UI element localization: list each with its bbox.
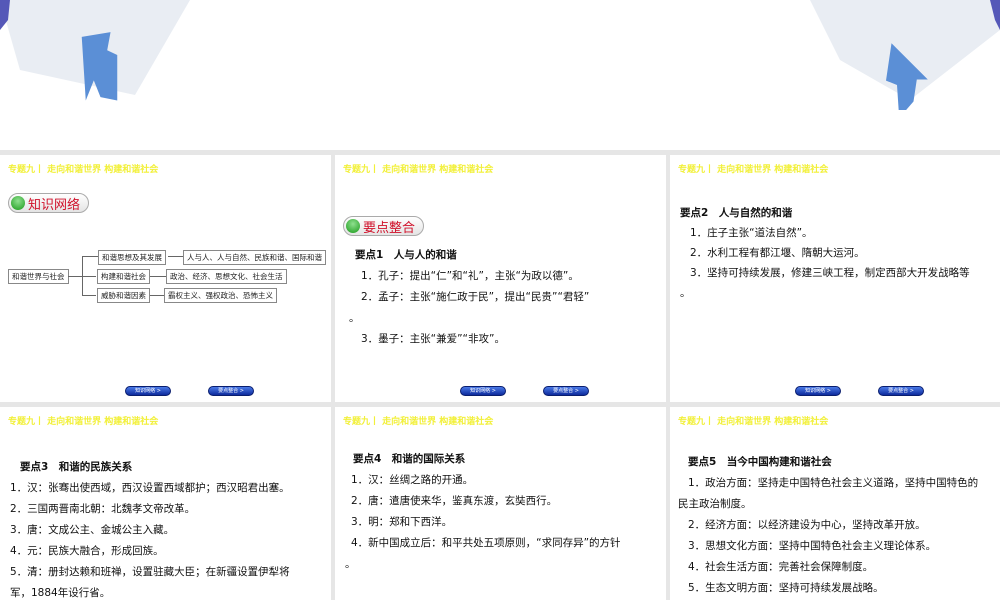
- body-line: 5．生态文明方面：坚持可持续发展战略。: [688, 582, 884, 594]
- slide-key-point-4[interactable]: 专题九丨 走向和谐世界 构建和谐社会 要点4 和谐的国际关系 1．汉：丝绸之路的…: [335, 407, 666, 600]
- body-line: 2．经济方面：以经济建设为中心，坚持改革开放。: [688, 519, 926, 531]
- body-line: 。: [345, 558, 356, 570]
- pill-label: 知识网络: [28, 197, 81, 213]
- left-decoration-arrow-icon: [0, 0, 190, 101]
- body-line: 1．庄子主张“道法自然”。: [690, 227, 813, 239]
- body-line: 2．唐：遣唐使来华，鉴真东渡，玄奘西行。: [351, 495, 558, 507]
- body-line: 军，1884年设行省。: [10, 587, 111, 599]
- body-line: 3．思想文化方面：坚持中国特色社会主义理论体系。: [688, 540, 937, 552]
- tree-leaf: 政治、经济、思想文化、社会生活: [166, 269, 287, 284]
- slide-header: 专题九丨 走向和谐世界 构建和谐社会: [8, 165, 159, 175]
- slide-header: 专题九丨 走向和谐世界 构建和谐社会: [678, 417, 829, 427]
- slide-header: 专题九丨 走向和谐世界 构建和谐社会: [343, 165, 494, 175]
- slide-knowledge-network[interactable]: 专题九丨 走向和谐世界 构建和谐社会 知识网络 和谐世界与社会 和谐思想及其发展…: [0, 155, 331, 402]
- body-line: 3．明：郑和下西洋。: [351, 516, 453, 528]
- key-points-button[interactable]: 要点整合 >: [878, 386, 924, 396]
- body-line: 3．坚持可持续发展，修建三峡工程，制定西部大开发战略等: [690, 267, 970, 279]
- slide-key-point-3[interactable]: 专题九丨 走向和谐世界 构建和谐社会 要点3 和谐的民族关系 1．汉：张骞出使西…: [0, 407, 331, 600]
- slide-body: 要点2 人与自然的和谐 1．庄子主张“道法自然”。 2．水利工程有都江堰、隋朝大…: [680, 203, 998, 303]
- body-line: 4．新中国成立后：和平共处五项原则，“求同存异”的方针: [351, 537, 621, 549]
- slide-body: 要点5 当今中国构建和谐社会 1．政治方面：坚持走中国特色社会主义道路，坚持中国…: [678, 452, 1000, 599]
- key-point-title: 要点4 和谐的国际关系: [353, 453, 466, 465]
- tree-branch: 构建和谐社会: [97, 269, 150, 284]
- tree-branch: 和谐思想及其发展: [98, 250, 166, 265]
- slide-header: 专题九丨 走向和谐世界 构建和谐社会: [343, 417, 494, 427]
- knowledge-network-button[interactable]: 知识网络 >: [125, 386, 171, 396]
- body-line: 3．唐：文成公主、金城公主入藏。: [10, 524, 175, 536]
- tree-branch: 威胁和谐因素: [97, 288, 150, 303]
- slide-key-point-1[interactable]: 专题九丨 走向和谐世界 构建和谐社会 要点整合 要点1 人与人的和谐 1．孔子：…: [335, 155, 666, 402]
- body-line: 4．社会生活方面：完善社会保障制度。: [688, 561, 874, 573]
- tree-leaf: 人与人、人与自然、民族和谐、国际和谐: [183, 250, 326, 265]
- key-point-title: 要点1 人与人的和谐: [355, 249, 457, 261]
- green-dot-icon: [11, 196, 25, 210]
- body-line: 1．孔子：提出“仁”和“礼”，主张“为政以德”。: [361, 270, 579, 282]
- slide-key-point-2[interactable]: 专题九丨 走向和谐世界 构建和谐社会 要点2 人与自然的和谐 1．庄子主张“道法…: [670, 155, 1000, 402]
- section-pill: 要点整合: [343, 216, 425, 236]
- body-line: 2．水利工程有都江堰、隋朝大运河。: [690, 247, 865, 259]
- body-line: 5．清：册封达赖和班禅，设置驻藏大臣；在新疆设置伊犁将: [10, 566, 290, 578]
- slide-body: 要点4 和谐的国际关系 1．汉：丝绸之路的开通。 2．唐：遣唐使来华，鉴真东渡，…: [345, 449, 665, 575]
- section-pill: 知识网络: [8, 193, 90, 213]
- body-line: 民主政治制度。: [678, 498, 752, 510]
- body-line: 1．汉：丝绸之路的开通。: [351, 474, 474, 486]
- tree-root: 和谐世界与社会: [8, 269, 69, 284]
- banner: [0, 0, 1000, 150]
- body-line: 2．孟子：主张“施仁政于民”，提出“民贵”“君轻”: [361, 291, 590, 303]
- body-line: 4．元：民族大融合，形成回族。: [10, 545, 164, 557]
- green-dot-icon: [346, 219, 360, 233]
- slide-body: 要点1 人与人的和谐 1．孔子：提出“仁”和“礼”，主张“为政以德”。 2．孟子…: [349, 245, 660, 350]
- knowledge-network-button[interactable]: 知识网络 >: [795, 386, 841, 396]
- body-line: 1．政治方面：坚持走中国特色社会主义道路，坚持中国特色的: [688, 477, 979, 489]
- slide-body: 要点3 和谐的民族关系 1．汉：张骞出使西域，西汉设置西域都护；西汉昭君出塞。 …: [10, 457, 330, 600]
- key-point-title: 要点3 和谐的民族关系: [20, 461, 133, 473]
- pill-label: 要点整合: [363, 220, 416, 236]
- slide-header: 专题九丨 走向和谐世界 构建和谐社会: [678, 165, 829, 175]
- body-line: 3．墨子：主张“兼爱”“非攻”。: [361, 333, 505, 345]
- key-point-title: 要点5 当今中国构建和谐社会: [688, 456, 832, 468]
- key-points-button[interactable]: 要点整合 >: [543, 386, 589, 396]
- body-line: 。: [680, 287, 691, 299]
- body-line: 。: [349, 312, 360, 324]
- slide-header: 专题九丨 走向和谐世界 构建和谐社会: [8, 417, 159, 427]
- slide-key-point-5[interactable]: 专题九丨 走向和谐世界 构建和谐社会 要点5 当今中国构建和谐社会 1．政治方面…: [670, 407, 1000, 600]
- body-line: 2．三国两晋南北朝：北魏孝文帝改革。: [10, 503, 196, 515]
- knowledge-network-button[interactable]: 知识网络 >: [460, 386, 506, 396]
- key-points-button[interactable]: 要点整合 >: [208, 386, 254, 396]
- tree-leaf: 霸权主义、强权政治、恐怖主义: [164, 288, 277, 303]
- key-point-title: 要点2 人与自然的和谐: [680, 207, 793, 219]
- body-line: 1．汉：张骞出使西域，西汉设置西域都护；西汉昭君出塞。: [10, 482, 290, 494]
- right-decoration-arrow-icon: [810, 0, 1000, 110]
